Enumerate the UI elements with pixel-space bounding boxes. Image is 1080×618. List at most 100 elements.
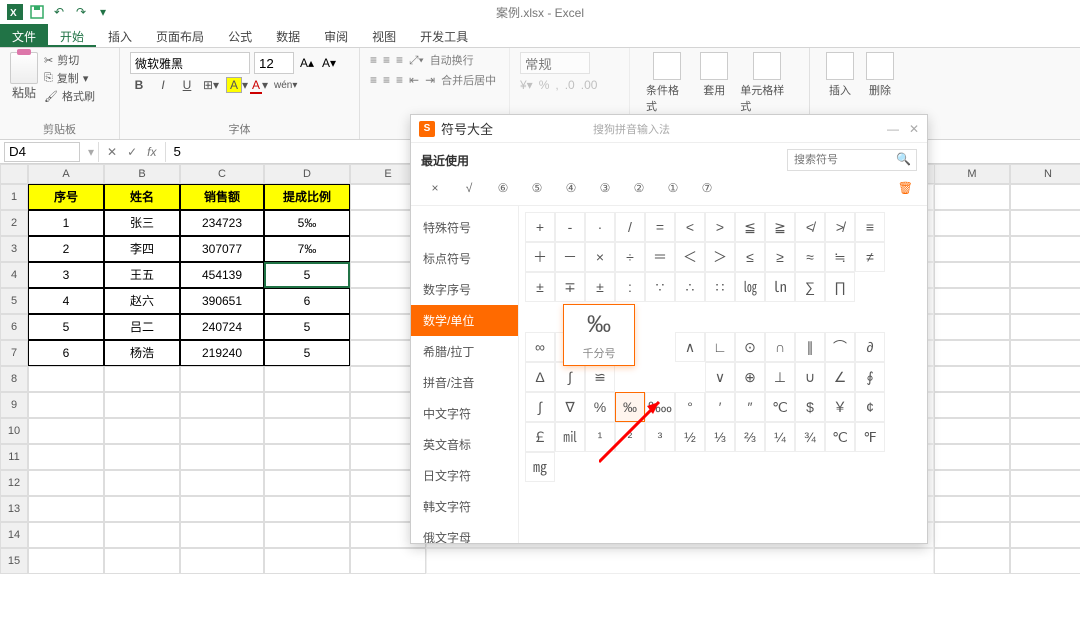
symbol-cell[interactable]: ≮ [795,212,825,242]
tab-insert[interactable]: 插入 [96,24,144,47]
currency-icon[interactable]: ¥▾ [520,78,533,92]
cell-N6[interactable] [1010,314,1080,340]
grow-font-icon[interactable]: A▴ [298,56,316,70]
tab-file[interactable]: 文件 [0,24,48,47]
cell-D10[interactable] [264,418,350,444]
cancel-icon[interactable]: ✕ [107,145,117,159]
cell-C9[interactable] [180,392,264,418]
symbol-cell[interactable]: ≒ [825,242,855,272]
symbol-cell[interactable]: ⊙ [735,332,765,362]
symbol-cell[interactable]: ² [615,422,645,452]
row-header-10[interactable]: 10 [0,418,28,444]
enter-icon[interactable]: ✓ [127,145,137,159]
symbol-cell[interactable]: = [645,212,675,242]
row-header-7[interactable]: 7 [0,340,28,366]
row-header-1[interactable]: 1 [0,184,28,210]
symbol-cell[interactable]: ㎎ [525,452,555,482]
row-header-14[interactable]: 14 [0,522,28,548]
cell-B7[interactable]: 杨浩 [104,340,180,366]
name-box[interactable] [4,142,80,162]
symbol-cell[interactable]: : [615,272,645,302]
cell-A7[interactable]: 6 [28,340,104,366]
popup-titlebar[interactable]: S 符号大全 搜狗拼音输入法 — ✕ [411,115,927,143]
symbol-cell[interactable]: ³ [645,422,675,452]
cell-D4[interactable]: 5 [264,262,350,288]
align-center-icon[interactable]: ≡ [383,73,390,87]
cell-B8[interactable] [104,366,180,392]
category-item[interactable]: 数字序号 [411,274,518,305]
symbol-cell[interactable]: ⅓ [705,422,735,452]
cell-M7[interactable] [934,340,1010,366]
search-icon[interactable]: 🔍 [896,152,911,166]
recent-symbol[interactable]: ④ [561,181,581,195]
cell-M5[interactable] [934,288,1010,314]
cell-B12[interactable] [104,470,180,496]
symbol-cell[interactable]: ± [525,272,555,302]
recent-symbol[interactable]: ⑥ [493,181,513,195]
symbol-cell[interactable]: － [555,242,585,272]
cell-C13[interactable] [180,496,264,522]
cell-N4[interactable] [1010,262,1080,288]
border-button[interactable]: ⊞▾ [202,78,220,92]
cond-format-button[interactable]: 条件格式 [640,52,694,114]
tab-dev[interactable]: 开发工具 [408,24,480,47]
cell-N5[interactable] [1010,288,1080,314]
cell-N12[interactable] [1010,470,1080,496]
row-header-4[interactable]: 4 [0,262,28,288]
cell-M6[interactable] [934,314,1010,340]
symbol-cell[interactable]: ∧ [675,332,705,362]
symbol-cell[interactable]: % [585,392,615,422]
symbol-cell[interactable]: ＋ [525,242,555,272]
symbol-cell[interactable]: $ [795,392,825,422]
row-header-12[interactable]: 12 [0,470,28,496]
cell-A5[interactable]: 4 [28,288,104,314]
cell-M13[interactable] [934,496,1010,522]
bold-button[interactable]: B [130,78,148,92]
category-item[interactable]: 标点符号 [411,243,518,274]
symbol-cell[interactable]: ¼ [765,422,795,452]
merge-button[interactable]: 合并后居中 [441,72,496,88]
cell-A13[interactable] [28,496,104,522]
category-item[interactable]: 日文字符 [411,460,518,491]
font-name-select[interactable] [130,52,250,74]
cell-B1[interactable]: 姓名 [104,184,180,210]
indent-inc-icon[interactable]: ⇥ [425,73,435,87]
cell-D5[interactable]: 6 [264,288,350,314]
symbol-cell[interactable]: ≯ [825,212,855,242]
cell-M11[interactable] [934,444,1010,470]
number-format-select[interactable] [520,52,590,74]
symbol-cell[interactable]: ＜ [675,242,705,272]
cell-C5[interactable]: 390651 [180,288,264,314]
col-header-M[interactable]: M [934,164,1010,184]
symbol-cell[interactable]: × [585,242,615,272]
insert-cell-button[interactable]: 插入 [820,52,860,98]
row-header-13[interactable]: 13 [0,496,28,522]
recent-symbol[interactable]: ① [663,181,683,195]
symbol-cell[interactable]: ⅔ [735,422,765,452]
symbol-cell[interactable]: ⊥ [765,362,795,392]
symbol-cell[interactable]: - [555,212,585,242]
symbol-cell[interactable]: ± [585,272,615,302]
cell-E15[interactable] [350,548,426,574]
cell-N8[interactable] [1010,366,1080,392]
symbol-cell[interactable]: ℉ [855,422,885,452]
cell-M15[interactable] [934,548,1010,574]
tab-formulas[interactable]: 公式 [216,24,264,47]
cell-A4[interactable]: 3 [28,262,104,288]
category-item[interactable]: 拼音/注音 [411,367,518,398]
clear-recent-icon[interactable]: 🗑 [898,181,913,195]
cell-M8[interactable] [934,366,1010,392]
cell-N10[interactable] [1010,418,1080,444]
font-size-select[interactable] [254,52,294,74]
orient-icon[interactable]: ⤢▾ [409,53,424,68]
symbol-cell[interactable]: ≥ [765,242,795,272]
tab-view[interactable]: 视图 [360,24,408,47]
cell-A12[interactable] [28,470,104,496]
cell-C8[interactable] [180,366,264,392]
cell-C14[interactable] [180,522,264,548]
symbol-cell[interactable]: ≡ [855,212,885,242]
cell-B3[interactable]: 李四 [104,236,180,262]
symbol-cell[interactable]: · [585,212,615,242]
cell-N13[interactable] [1010,496,1080,522]
cell-D9[interactable] [264,392,350,418]
